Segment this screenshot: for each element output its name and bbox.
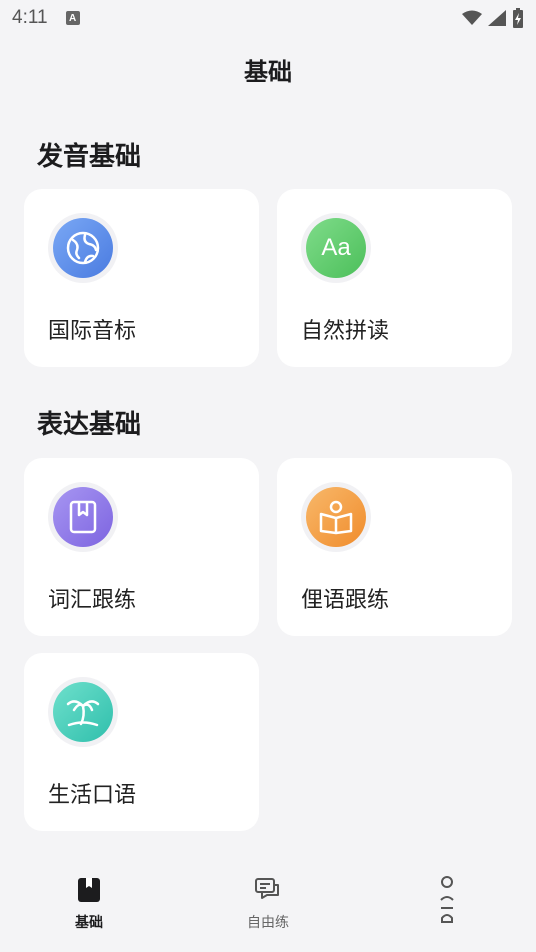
page-title: 基础 xyxy=(244,58,292,86)
tab-profile[interactable] xyxy=(358,868,536,952)
card-label: 自然拼读 xyxy=(301,319,390,344)
bookmark-book-icon xyxy=(53,487,113,547)
tab-free-practice[interactable]: 自由练 xyxy=(179,868,357,952)
card-label: 国际音标 xyxy=(48,319,137,344)
person-icon xyxy=(440,876,454,923)
book-icon xyxy=(78,878,100,902)
section-title-pronunciation: 发音基础 xyxy=(37,142,142,172)
signal-icon xyxy=(488,10,506,26)
aa-icon: Aa xyxy=(306,218,366,278)
status-bar: 4:11 A xyxy=(0,0,536,36)
bottom-tab-bar: 基础 自由练 xyxy=(0,868,536,952)
card-phonetic-symbols[interactable]: 国际音标 xyxy=(24,189,259,367)
card-label: 生活口语 xyxy=(48,783,137,808)
card-slang-practice[interactable]: 俚语跟练 xyxy=(277,458,512,636)
tab-basics[interactable]: 基础 xyxy=(0,868,178,952)
globe-icon xyxy=(53,218,113,278)
clock: 4:11 xyxy=(12,7,48,28)
section-title-expression: 表达基础 xyxy=(37,410,142,440)
card-vocabulary-practice[interactable]: 词汇跟练 xyxy=(24,458,259,636)
tab-label: 自由练 xyxy=(247,915,289,931)
palm-tree-icon xyxy=(53,682,113,742)
card-daily-speaking[interactable]: 生活口语 xyxy=(24,653,259,831)
card-phonics[interactable]: Aa 自然拼读 xyxy=(277,189,512,367)
card-label: 俚语跟练 xyxy=(301,588,390,613)
tab-label: 基础 xyxy=(75,915,103,931)
reading-person-icon xyxy=(306,487,366,547)
chat-icon xyxy=(255,878,279,899)
battery-icon xyxy=(513,8,523,28)
wifi-icon xyxy=(462,10,482,25)
notification-icon: A xyxy=(65,11,80,25)
card-label: 词汇跟练 xyxy=(48,588,137,613)
